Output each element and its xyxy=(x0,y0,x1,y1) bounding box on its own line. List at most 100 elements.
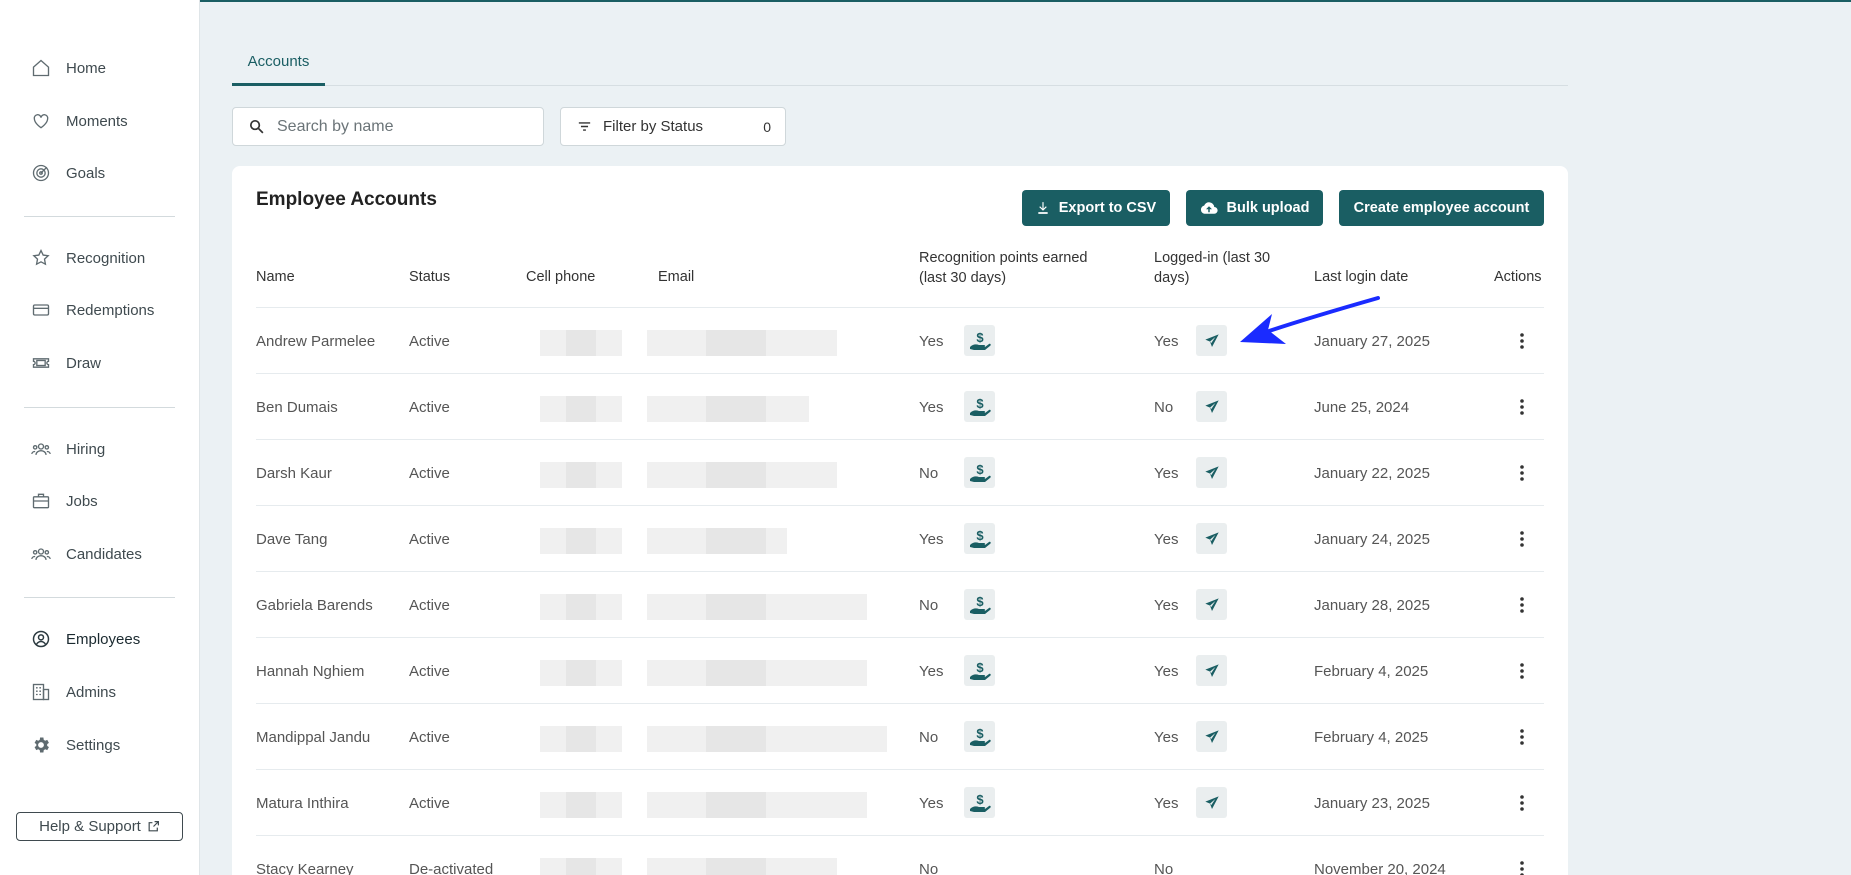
send-invite-button[interactable] xyxy=(1196,589,1227,620)
search-input[interactable] xyxy=(277,117,517,136)
sidebar-item-moments[interactable]: Moments xyxy=(30,106,128,136)
download-icon xyxy=(1038,202,1048,214)
sidebar-divider xyxy=(24,597,175,598)
cell-status: Active xyxy=(409,662,450,680)
sidebar-item-admins[interactable]: Admins xyxy=(30,677,116,707)
header-email: Email xyxy=(658,269,695,285)
sidebar-item-draw[interactable]: Draw xyxy=(30,348,101,378)
paper-plane-icon xyxy=(1204,795,1220,811)
header-logged-in-line1: Logged-in (last 30 xyxy=(1154,250,1271,266)
redacted-email xyxy=(647,726,887,752)
more-vertical-icon xyxy=(1520,861,1524,875)
cell-logged-in: Yes xyxy=(1154,332,1179,350)
send-invite-button[interactable] xyxy=(1196,655,1227,686)
award-points-button[interactable]: $ xyxy=(964,523,995,554)
send-invite-button[interactable] xyxy=(1196,391,1227,422)
create-employee-account-button[interactable]: Create employee account xyxy=(1339,190,1544,226)
cell-logged-in: No xyxy=(1154,860,1174,875)
search-box[interactable] xyxy=(232,107,544,146)
cell-last-login: November 20, 2024 xyxy=(1314,860,1446,875)
send-invite-button[interactable] xyxy=(1196,787,1227,818)
more-vertical-icon xyxy=(1520,663,1524,679)
row-actions-menu-button[interactable] xyxy=(1512,791,1532,815)
cell-recognition: Yes xyxy=(919,794,944,812)
sidebar-item-goals[interactable]: Goals xyxy=(30,158,105,188)
tab-accounts[interactable]: Accounts xyxy=(232,40,325,86)
row-actions-menu-button[interactable] xyxy=(1512,593,1532,617)
send-invite-button[interactable] xyxy=(1196,325,1227,356)
more-vertical-icon xyxy=(1520,399,1524,415)
home-icon xyxy=(30,57,52,79)
row-actions-menu-button[interactable] xyxy=(1512,329,1532,353)
row-actions-menu-button[interactable] xyxy=(1512,461,1532,485)
row-actions-menu-button[interactable] xyxy=(1512,725,1532,749)
award-points-button[interactable]: $ xyxy=(964,655,995,686)
filter-icon xyxy=(578,122,591,131)
svg-text:$: $ xyxy=(976,726,984,741)
redacted-email-shade xyxy=(706,858,766,875)
row-actions-menu-button[interactable] xyxy=(1512,659,1532,683)
more-vertical-icon xyxy=(1520,795,1524,811)
sidebar-item-label: Home xyxy=(66,59,107,77)
redacted-email-shade xyxy=(706,462,766,488)
sidebar-item-label: Candidates xyxy=(66,545,142,563)
sidebar-item-settings[interactable]: Settings xyxy=(30,730,120,760)
cell-logged-in: Yes xyxy=(1154,596,1179,614)
cell-last-login: January 22, 2025 xyxy=(1314,464,1430,482)
redacted-email-shade xyxy=(706,594,766,620)
cell-last-login: February 4, 2025 xyxy=(1314,728,1429,746)
table-row: Gabriela Barends Active No $ Yes January 28, … xyxy=(256,572,1544,638)
filter-by-status-dropdown[interactable]: Filter by Status 0 xyxy=(560,107,786,146)
bulk-upload-button[interactable]: Bulk upload xyxy=(1186,190,1323,226)
redacted-email-shade xyxy=(706,726,766,752)
svg-text:$: $ xyxy=(976,528,984,543)
sidebar-item-redemptions[interactable]: Redemptions xyxy=(30,295,154,325)
star-badge-icon xyxy=(30,247,52,269)
send-invite-button[interactable] xyxy=(1196,721,1227,752)
cell-recognition: Yes xyxy=(919,662,944,680)
cell-name: Gabriela Barends xyxy=(256,596,373,614)
sidebar-item-employees[interactable]: Employees xyxy=(30,624,140,654)
row-actions-menu-button[interactable] xyxy=(1512,857,1532,875)
cell-recognition: No xyxy=(919,860,939,875)
sidebar-item-hiring[interactable]: Hiring xyxy=(30,434,105,464)
export-csv-button[interactable]: Export to CSV xyxy=(1022,190,1170,226)
redacted-email-shade xyxy=(706,330,766,356)
credit-card-icon xyxy=(30,299,52,321)
sidebar-item-recognition[interactable]: Recognition xyxy=(30,243,145,273)
table-row: Stacy Kearney De-activated No No November 20… xyxy=(256,836,1544,875)
cell-recognition: No xyxy=(919,728,939,746)
award-points-button[interactable]: $ xyxy=(964,589,995,620)
redacted-email-shade xyxy=(706,396,766,422)
redacted-phone-shade xyxy=(566,330,596,356)
cell-logged-in: Yes xyxy=(1154,464,1179,482)
sidebar-item-candidates[interactable]: Candidates xyxy=(30,539,142,569)
header-actions: Actions xyxy=(1494,269,1542,285)
bulk-upload-label: Bulk upload xyxy=(1226,200,1310,216)
row-actions-menu-button[interactable] xyxy=(1512,395,1532,419)
help-support-button[interactable]: Help & Support xyxy=(16,812,183,841)
sidebar-item-label: Recognition xyxy=(66,249,146,267)
table-row: Ben Dumais Active Yes $ No June 25, 2024 xyxy=(256,374,1544,440)
cell-status: Active xyxy=(409,728,450,746)
search-icon xyxy=(249,119,264,134)
cell-name: Dave Tang xyxy=(256,530,328,548)
sidebar-item-jobs[interactable]: Jobs xyxy=(30,486,98,516)
sidebar-item-label: Admins xyxy=(66,683,117,701)
award-points-button[interactable]: $ xyxy=(964,391,995,422)
row-actions-menu-button[interactable] xyxy=(1512,527,1532,551)
annotation-arrow-icon xyxy=(1240,296,1380,344)
send-invite-button[interactable] xyxy=(1196,457,1227,488)
award-points-button[interactable]: $ xyxy=(964,325,995,356)
sidebar-item-label: Employees xyxy=(66,630,141,648)
building-icon xyxy=(30,681,52,703)
award-points-button[interactable]: $ xyxy=(964,721,995,752)
award-points-button[interactable]: $ xyxy=(964,457,995,488)
cell-last-login: January 28, 2025 xyxy=(1314,596,1430,614)
cell-recognition: Yes xyxy=(919,332,944,350)
help-support-label: Help & Support xyxy=(39,818,141,835)
send-invite-button[interactable] xyxy=(1196,523,1227,554)
sidebar-item-home[interactable]: Home xyxy=(30,53,106,83)
award-points-button[interactable]: $ xyxy=(964,787,995,818)
cell-name: Hannah Nghiem xyxy=(256,662,365,680)
